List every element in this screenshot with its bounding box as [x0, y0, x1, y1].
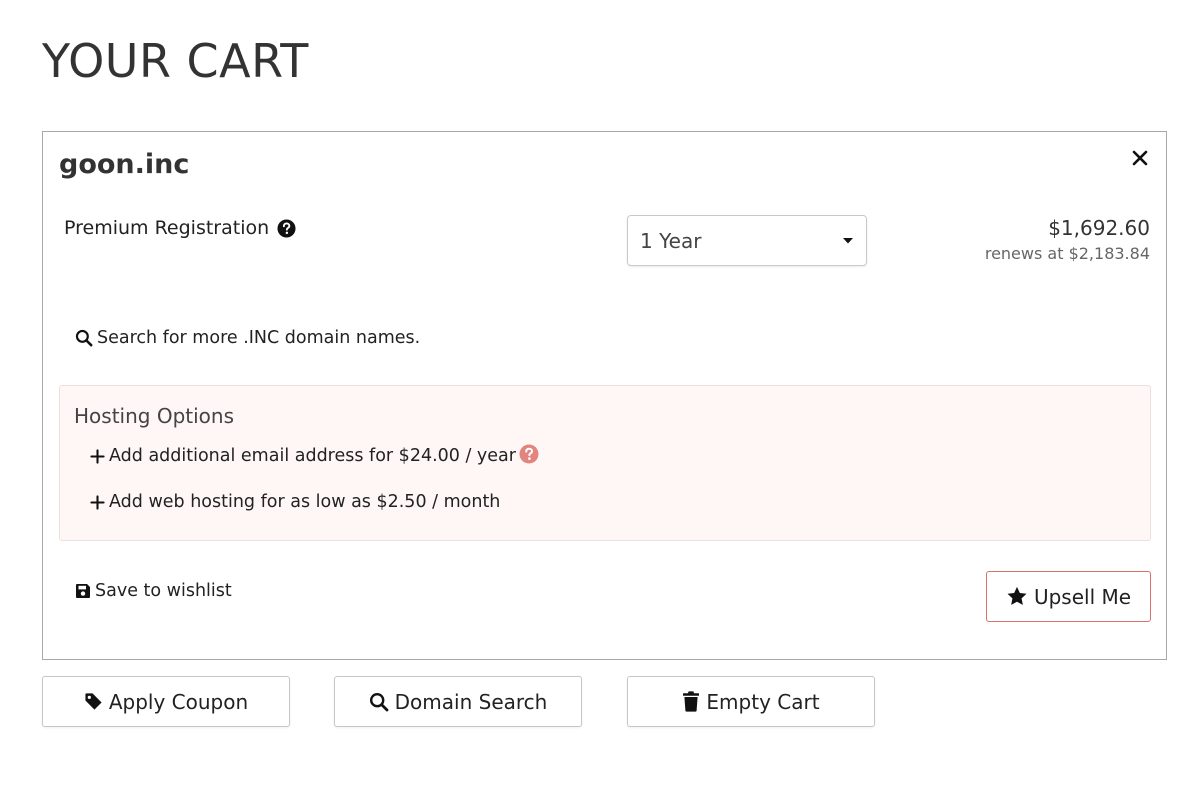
registration-label: Premium Registration — [64, 217, 270, 239]
plus-icon — [90, 448, 105, 464]
add-web-hosting-label: Add web hosting for as low as $2.50 / mo… — [109, 492, 501, 512]
term-select-value: 1 Year — [640, 228, 702, 253]
trash-icon — [683, 691, 700, 712]
save-to-wishlist-link[interactable]: Save to wishlist — [75, 581, 232, 601]
price: $1,692.60 — [1048, 216, 1150, 240]
question-circle-icon — [519, 444, 539, 464]
star-icon — [1007, 586, 1027, 605]
search-more-link[interactable]: Search for more .INC domain names. — [75, 328, 420, 348]
domain-search-label: Domain Search — [394, 689, 548, 714]
add-email-label: Add additional email address for $24.00 … — [109, 446, 516, 466]
empty-cart-label: Empty Cart — [706, 689, 820, 714]
upsell-label: Upsell Me — [1033, 584, 1132, 609]
empty-cart-button[interactable]: Empty Cart — [627, 676, 875, 727]
hosting-options-title: Hosting Options — [74, 404, 234, 428]
upsell-button[interactable]: Upsell Me — [986, 571, 1151, 622]
domain-name: goon.inc — [59, 149, 190, 180]
domain-search-button[interactable]: Domain Search — [334, 676, 582, 727]
email-help-button[interactable] — [519, 444, 539, 468]
apply-coupon-label: Apply Coupon — [108, 689, 249, 714]
floppy-disk-icon — [76, 584, 90, 598]
price-block: $1,692.60 renews at $2,183.84 — [985, 216, 1150, 263]
caret-down-icon — [843, 237, 853, 243]
registration-help-button[interactable] — [277, 218, 296, 238]
registration-row: Premium Registration — [64, 217, 296, 239]
cart-item-card: goon.inc Premium Registration 1 Year $1,… — [42, 131, 1167, 660]
page-title: YOUR CART — [42, 34, 309, 88]
apply-coupon-button[interactable]: Apply Coupon — [42, 676, 290, 727]
remove-item-button[interactable] — [1128, 146, 1152, 170]
hosting-options-panel: Hosting Options Add additional email add… — [59, 385, 1151, 541]
tag-icon — [85, 693, 102, 710]
term-select[interactable]: 1 Year — [627, 215, 867, 266]
renewal-price: renews at $2,183.84 — [984, 244, 1150, 263]
search-icon — [369, 692, 389, 711]
close-icon — [1132, 150, 1148, 166]
search-icon — [75, 329, 93, 347]
search-more-label: Search for more .INC domain names. — [97, 328, 421, 348]
question-circle-icon — [277, 218, 296, 238]
add-web-hosting-option[interactable]: Add web hosting for as low as $2.50 / mo… — [90, 492, 500, 512]
add-email-option[interactable]: Add additional email address for $24.00 … — [90, 446, 516, 466]
save-to-wishlist-label: Save to wishlist — [95, 581, 232, 601]
cart-page: YOUR CART goon.inc Premium Registration … — [0, 0, 1200, 785]
plus-icon — [90, 494, 105, 510]
